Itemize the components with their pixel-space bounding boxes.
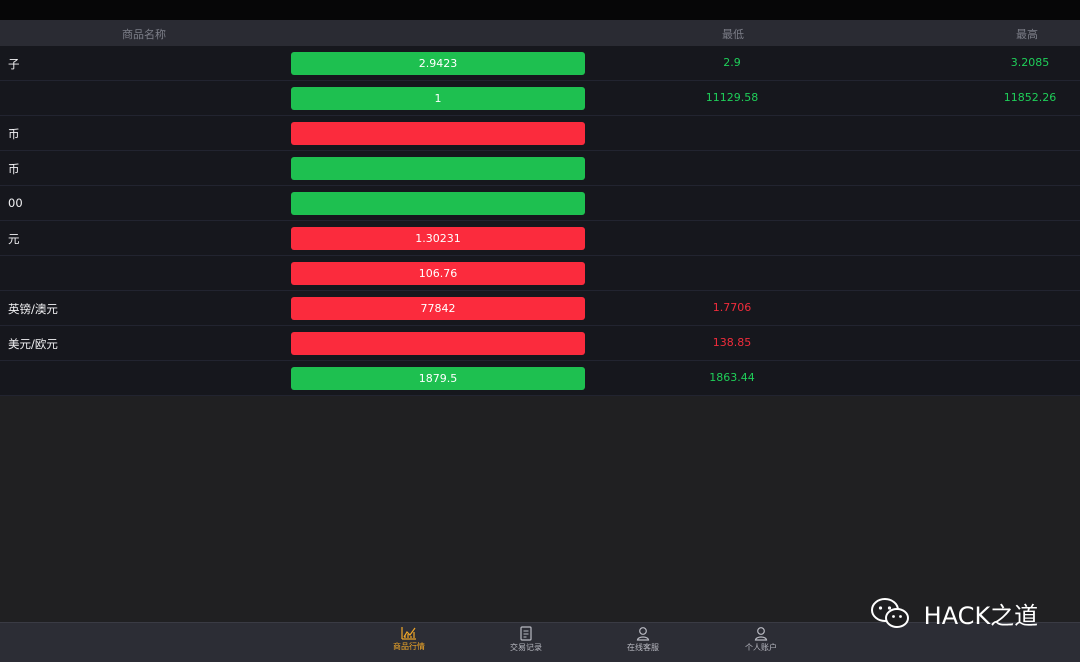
product-name: 币 [8,162,20,176]
wechat-icon [871,597,909,628]
quote-row[interactable]: 00 [0,186,1080,221]
column-header-high: 最高 [1016,28,1038,41]
table-header: 商品名称 最低 最高 [0,20,1080,46]
current-price[interactable] [291,332,585,355]
product-name: 元 [8,232,20,246]
current-price[interactable]: 77842 [291,297,585,320]
document-icon [520,626,532,641]
column-header-low: 最低 [722,28,744,41]
quote-row[interactable]: 币 [0,116,1080,151]
low-price: 1.7706 [712,301,752,314]
quote-row[interactable]: 美元/欧元 138.85 [0,326,1080,361]
current-price[interactable]: 1879.5 [291,367,585,390]
tab-online-service[interactable]: 在线客服 [613,626,673,653]
tab-trade-records[interactable]: 交易记录 [496,626,556,653]
tab-online-service-label: 在线客服 [627,643,659,652]
tab-personal-account[interactable]: 个人账户 [731,626,791,653]
low-price: 11129.58 [705,91,759,104]
product-name: 美元/欧元 [8,337,58,351]
low-price: 2.9 [723,56,741,69]
low-price: 1863.44 [709,371,755,384]
watermark-text: HACK之道 [923,602,1039,630]
product-name: 00 [8,196,23,210]
tab-personal-account-label: 个人账户 [745,643,777,652]
quote-row[interactable]: 1879.5 1863.44 [0,361,1080,396]
quote-row[interactable]: 1 11129.58 11852.26 [0,81,1080,116]
quote-row[interactable]: 元 1.30231 [0,221,1080,256]
product-name: 币 [8,127,20,141]
user-icon [754,627,768,641]
current-price[interactable] [291,157,585,180]
tab-market[interactable]: 商品行情 [379,626,439,652]
current-price[interactable] [291,122,585,145]
current-price[interactable]: 1 [291,87,585,110]
current-price[interactable]: 106.76 [291,262,585,285]
chart-icon [401,627,416,640]
tab-market-label: 商品行情 [393,642,425,651]
quote-row[interactable]: 英镑/澳元 77842 1.7706 [0,291,1080,326]
status-bar [0,0,1080,20]
current-price[interactable]: 1.30231 [291,227,585,250]
product-name: 子 [8,57,20,71]
tab-trade-records-label: 交易记录 [510,643,542,652]
current-price[interactable]: 2.9423 [291,52,585,75]
user-icon [636,627,650,641]
high-price: 3.2085 [1010,56,1050,69]
column-header-name: 商品名称 [122,28,166,41]
quote-list: 子 2.9423 2.9 3.2085 1 11129.58 11852.26 … [0,46,1080,396]
high-price: 11852.26 [1003,91,1057,104]
product-name: 英镑/澳元 [8,302,58,316]
quote-row[interactable]: 币 [0,151,1080,186]
current-price[interactable] [291,192,585,215]
quote-row[interactable]: 106.76 [0,256,1080,291]
watermark: HACK之道 [870,596,1038,636]
low-price: 138.85 [712,336,752,349]
quote-row[interactable]: 子 2.9423 2.9 3.2085 [0,46,1080,81]
market-screen: 商品名称 最低 最高 子 2.9423 2.9 3.2085 1 11129.5… [0,20,1080,662]
